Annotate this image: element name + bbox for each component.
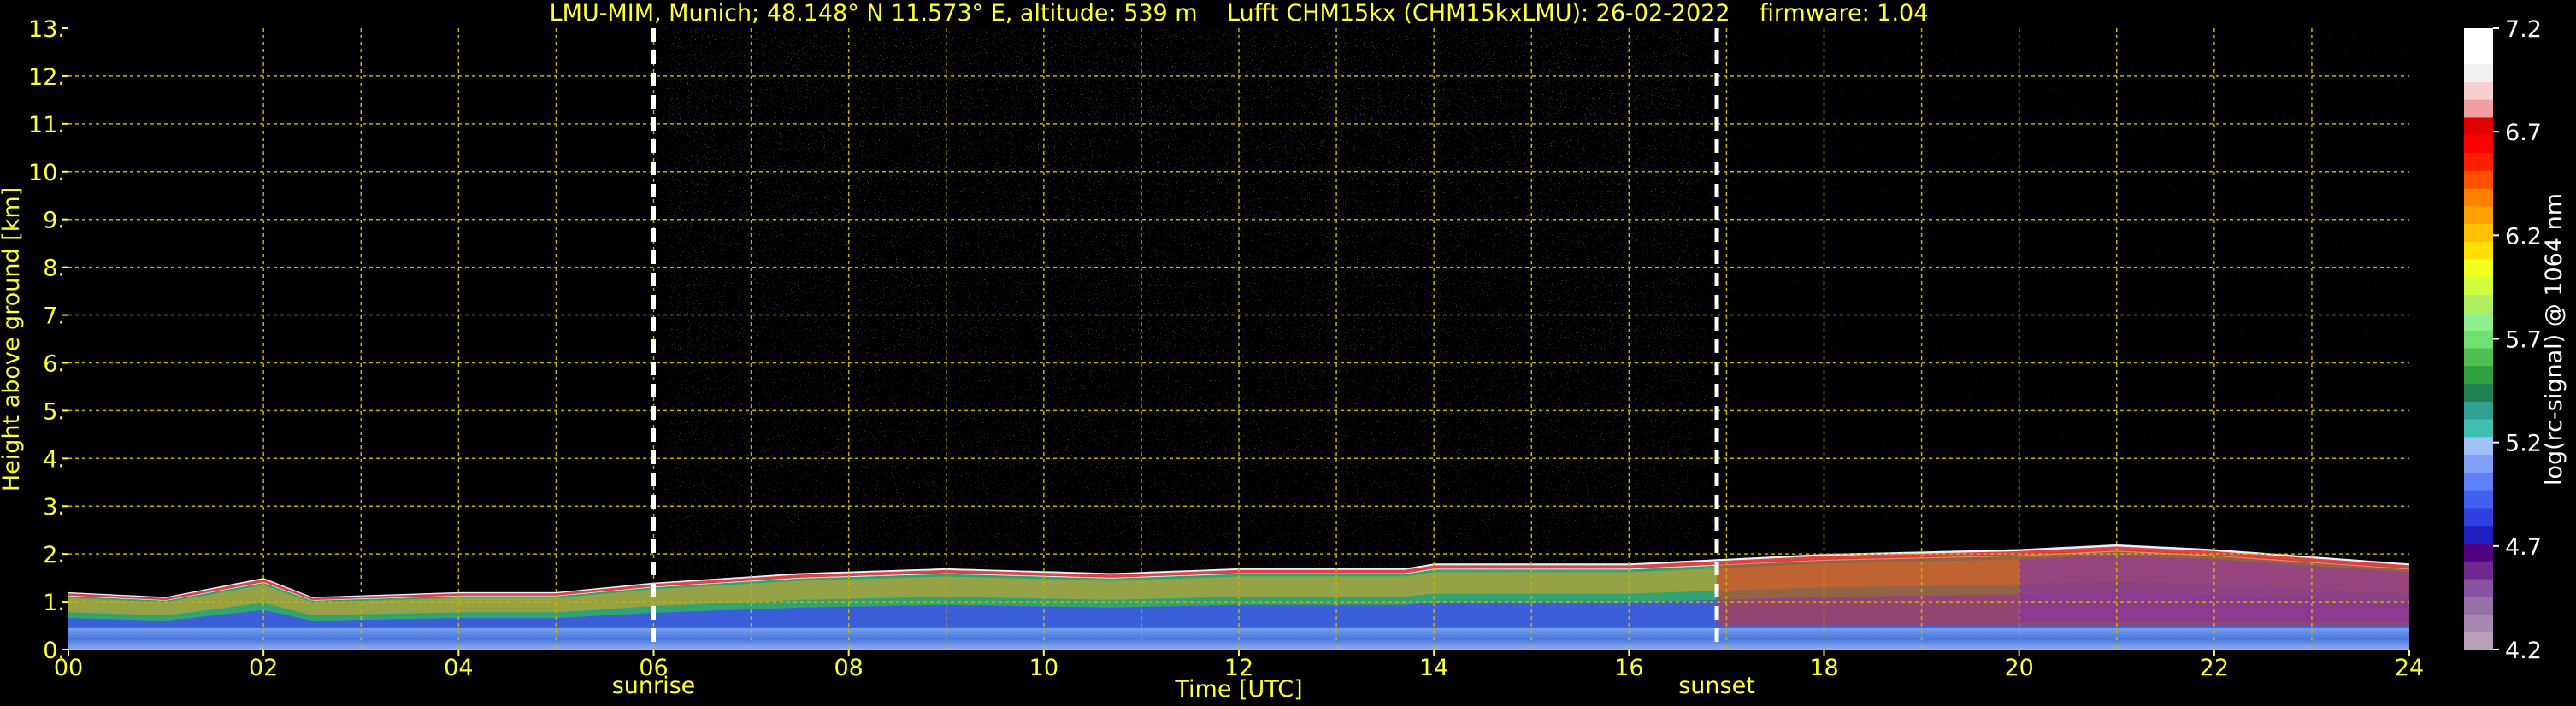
y-tick-label: 12. (28, 64, 65, 91)
colorbar-segment (2464, 63, 2493, 82)
colorbar-segment (2464, 436, 2493, 456)
x-tick-label: 16 (1614, 655, 1643, 681)
y-axis-label: Height above ground [km] (0, 187, 25, 491)
y-tick-label: 9. (43, 208, 65, 234)
chart-title: LMU-MIM, Munich; 48.148° N 11.573° E, al… (550, 0, 1929, 26)
colorbar-segment (2464, 578, 2493, 597)
x-tick-label: 02 (249, 655, 278, 681)
colorbar-segment (2464, 507, 2493, 527)
colorbar-segment (2464, 490, 2493, 509)
colorbar-tick-label: 5.7 (2505, 327, 2542, 354)
colorbar-segment (2464, 28, 2493, 47)
sunset-label: sunset (1678, 673, 1755, 699)
colorbar-segment (2464, 134, 2493, 153)
colorbar-segment (2464, 418, 2493, 438)
colorbar-segment (2464, 525, 2493, 544)
colorbar-segment (2464, 45, 2493, 65)
colorbar-segment (2464, 472, 2493, 491)
colorbar-segment (2464, 99, 2493, 118)
colorbar-segment (2464, 347, 2493, 367)
colorbar-segment (2464, 365, 2493, 385)
x-tick-label: 22 (2200, 655, 2229, 681)
colorbar-segment (2464, 632, 2493, 650)
colorbar-segment (2464, 152, 2493, 171)
colorbar-segment (2464, 259, 2493, 278)
colorbar-tick-label: 6.2 (2505, 223, 2542, 250)
colorbar-segment (2464, 614, 2493, 632)
colorbar-tick-label: 4.7 (2505, 534, 2542, 561)
colorbar-segment (2464, 241, 2493, 260)
x-tick-label: 20 (2004, 655, 2033, 681)
colorbar-segment (2464, 81, 2493, 100)
x-tick-label: 10 (1029, 655, 1058, 681)
colorbar-segment (2464, 561, 2493, 580)
colorbar-tick-label: 7.2 (2505, 16, 2542, 43)
y-tick-label: 10. (28, 160, 65, 186)
y-tick-label: 8. (43, 256, 65, 282)
colorbar-segment (2464, 596, 2493, 615)
colorbar-label: log(rc-signal) @ 1064 nm (2541, 193, 2567, 485)
y-tick-label: 5. (43, 398, 65, 425)
x-tick-label: 24 (2395, 655, 2424, 681)
colorbar-segment (2464, 294, 2493, 313)
x-tick-label: 04 (444, 655, 473, 681)
colorbar-segment (2464, 543, 2493, 562)
colorbar-tick-label: 4.2 (2505, 638, 2542, 664)
colorbar-tick-label: 6.7 (2505, 120, 2542, 146)
x-tick-label: 14 (1419, 655, 1448, 681)
colorbar-segment (2464, 187, 2493, 207)
x-tick-label: 18 (1809, 655, 1838, 681)
colorbar-segment (2464, 205, 2493, 225)
colorbar-segment (2464, 330, 2493, 349)
y-axis-ticks: 0.1.2.3.4.5.6.7.8.9.10.11.12.13. (28, 16, 68, 664)
colorbar-segment (2464, 116, 2493, 136)
colorbar-segment (2464, 401, 2493, 420)
x-tick-label: 00 (54, 655, 83, 681)
y-tick-label: 1. (43, 590, 65, 616)
y-tick-label: 2. (43, 542, 65, 568)
colorbar-tick-label: 5.2 (2505, 431, 2542, 457)
x-axis-label: Time [UTC] (1174, 676, 1302, 703)
y-tick-label: 7. (43, 303, 65, 330)
ceilometer-chart: 0.1.2.3.4.5.6.7.8.9.10.11.12.13. 00 02 04 0… (0, 0, 2567, 703)
colorbar (2464, 28, 2493, 650)
colorbar-ticks: 4.2 4.7 5.2 5.7 6.2 6.7 7.2 (2493, 16, 2542, 664)
colorbar-segment (2464, 170, 2493, 189)
colorbar-segment (2464, 276, 2493, 296)
colorbar-segment (2464, 223, 2493, 242)
x-tick-label: 08 (834, 655, 863, 681)
y-tick-label: 6. (43, 350, 65, 377)
colorbar-segment (2464, 312, 2493, 331)
colorbar-segment (2464, 454, 2493, 473)
y-tick-label: 4. (43, 446, 65, 473)
colorbar-segment (2464, 383, 2493, 402)
y-tick-label: 13. (28, 16, 65, 43)
y-tick-label: 3. (43, 494, 65, 521)
sunrise-label: sunrise (612, 673, 696, 699)
y-tick-label: 11. (28, 112, 65, 138)
